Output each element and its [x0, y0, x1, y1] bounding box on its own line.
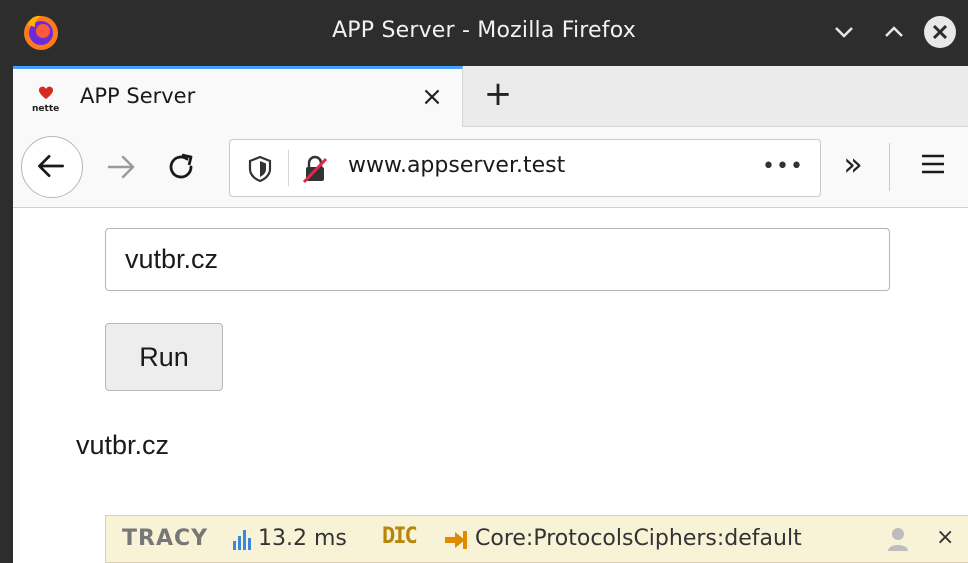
overflow-icon[interactable]: » [833, 145, 873, 185]
tracy-route[interactable]: Core:ProtocolsCiphers:default [475, 526, 802, 551]
page-content: Run vutbr.cz TRACY 13.2 ms DIC Core:Prot… [13, 208, 968, 563]
output-text: vutbr.cz [76, 430, 170, 460]
tracy-time[interactable]: 13.2 ms [258, 526, 347, 551]
forward-icon[interactable] [103, 149, 139, 185]
back-button[interactable] [21, 136, 83, 198]
tracy-logo[interactable]: TRACY [122, 526, 208, 551]
page-actions-button[interactable]: ••• [762, 154, 804, 179]
window-title: APP Server - Mozilla Firefox [332, 18, 636, 43]
url-divider [288, 150, 289, 186]
tab-close-button[interactable]: × [417, 79, 447, 115]
tab-title: APP Server [80, 84, 196, 108]
tracy-debug-bar: TRACY 13.2 ms DIC Core:ProtocolsCiphers:… [105, 515, 968, 563]
reload-icon[interactable] [163, 149, 199, 185]
nette-favicon-icon: nette [32, 86, 59, 113]
route-icon [445, 531, 467, 549]
tracy-close-button[interactable]: × [936, 525, 954, 550]
maximize-icon[interactable] [876, 14, 912, 50]
navigation-toolbar: www.appserver.test ••• » [13, 127, 968, 208]
tracy-dic[interactable]: DIC [382, 524, 418, 549]
tab-strip: nette APP Server × + [13, 66, 968, 127]
window-titlebar: APP Server - Mozilla Firefox [0, 0, 968, 66]
url-bar[interactable]: www.appserver.test ••• [229, 139, 821, 197]
minimize-icon[interactable] [826, 14, 862, 50]
insecure-lock-icon[interactable] [298, 153, 332, 185]
tab-app-server[interactable]: nette APP Server × [13, 66, 463, 127]
bar-chart-icon [233, 530, 251, 550]
new-tab-button[interactable]: + [477, 72, 519, 118]
user-icon[interactable] [887, 526, 909, 552]
window-frame-left [0, 66, 13, 563]
svg-text:nette: nette [32, 104, 59, 113]
shield-icon[interactable] [246, 154, 274, 184]
domain-input[interactable] [105, 228, 890, 291]
back-icon [38, 155, 64, 178]
url-text[interactable]: www.appserver.test [348, 153, 565, 178]
toolbar-separator [889, 143, 890, 191]
hamburger-menu-icon[interactable] [919, 152, 947, 176]
close-icon[interactable] [922, 14, 958, 50]
run-button[interactable]: Run [105, 323, 223, 391]
